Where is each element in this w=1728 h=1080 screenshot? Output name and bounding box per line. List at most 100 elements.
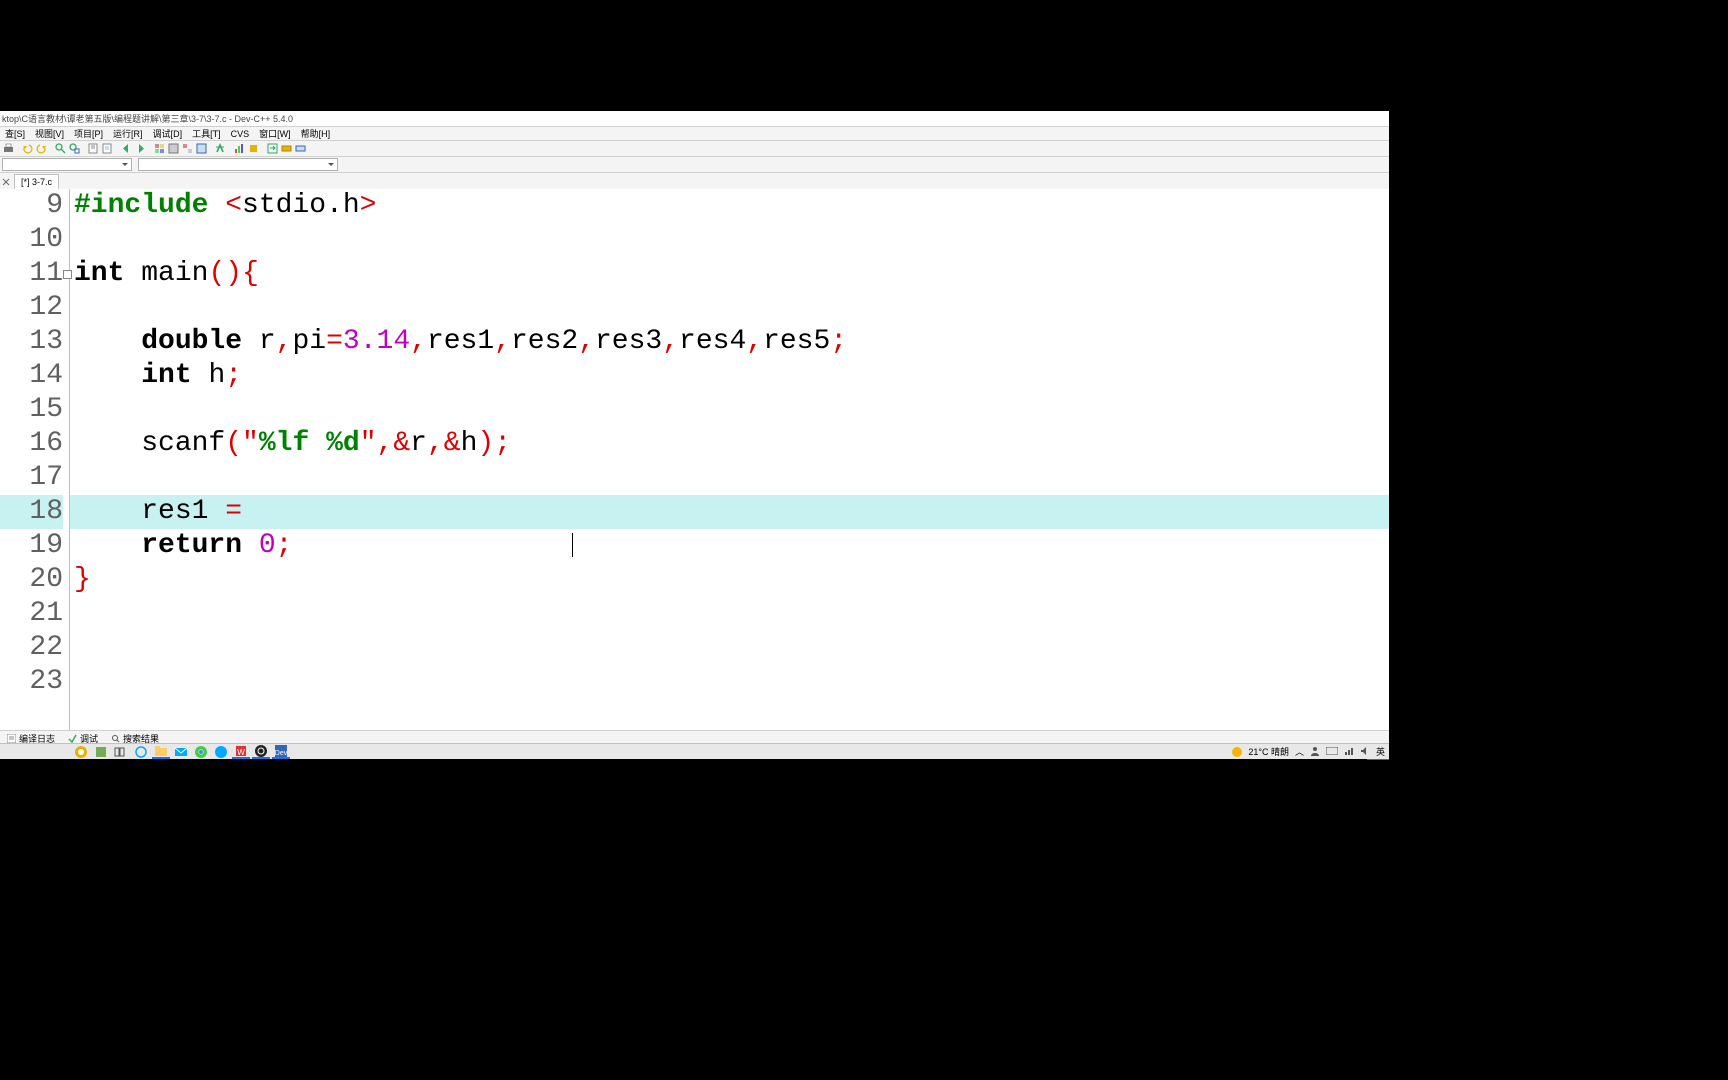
log-icon: [6, 733, 16, 743]
check-icon: [67, 733, 77, 743]
code-line[interactable]: [70, 291, 1389, 325]
line-number: 16: [0, 427, 63, 461]
line-number: 19: [0, 529, 63, 563]
wps-icon[interactable]: W: [232, 745, 250, 759]
menu-debug[interactable]: 调试[D]: [148, 127, 188, 140]
code-line[interactable]: [70, 665, 1389, 699]
line-number: 14: [0, 359, 63, 393]
line-number: 17: [0, 461, 63, 495]
network-icon[interactable]: [1344, 746, 1354, 758]
goto-icon[interactable]: [266, 142, 279, 155]
redo-icon[interactable]: [35, 142, 48, 155]
line-number: 22: [0, 631, 63, 665]
code-editor[interactable]: 91011121314151617181920212223 #include <…: [0, 189, 1389, 730]
fold-toggle-icon[interactable]: [63, 257, 72, 291]
close-tab-button[interactable]: [0, 176, 12, 188]
config-select[interactable]: [138, 158, 338, 171]
code-line[interactable]: int h;: [70, 359, 1389, 393]
mail-icon[interactable]: [172, 745, 190, 759]
line-number-gutter: 91011121314151617181920212223: [0, 189, 70, 730]
edge-icon[interactable]: [212, 745, 230, 759]
stop-exec-icon[interactable]: [247, 142, 260, 155]
line-number: 9: [0, 189, 63, 223]
nav-forward-icon[interactable]: [134, 142, 147, 155]
compiler-select[interactable]: [2, 158, 132, 171]
code-line[interactable]: }: [70, 563, 1389, 597]
tray-chevron-up-icon[interactable]: ︿: [1295, 745, 1304, 758]
code-area[interactable]: #include <stdio.h> int main(){ double r,p…: [70, 189, 1389, 730]
toolbar: [0, 141, 1389, 157]
file-explorer-icon[interactable]: [152, 745, 170, 759]
menu-project[interactable]: 项目[P]: [69, 127, 108, 140]
devcpp-icon[interactable]: Dev: [272, 745, 290, 759]
menu-bar[interactable]: 查[S] 视图[V] 项目[P] 运行[R] 调试[D] 工具[T] CVS 窗…: [0, 127, 1389, 141]
comment-icon[interactable]: [280, 142, 293, 155]
code-line[interactable]: #include <stdio.h>: [70, 189, 1389, 223]
line-number: 20: [0, 563, 63, 597]
volume-icon[interactable]: [1360, 746, 1370, 758]
cortana-icon[interactable]: [132, 745, 150, 759]
code-line[interactable]: scanf("%lf %d",&r,&h);: [70, 427, 1389, 461]
debug-toggle-icon[interactable]: [214, 142, 227, 155]
menu-help[interactable]: 帮助[H]: [296, 127, 336, 140]
compile-icon[interactable]: [153, 142, 166, 155]
line-number: 12: [0, 291, 63, 325]
code-line[interactable]: [70, 597, 1389, 631]
compiler-combo-row: [0, 157, 1389, 173]
nav-back-icon[interactable]: [120, 142, 133, 155]
line-number: 18: [0, 495, 63, 529]
code-line[interactable]: [70, 631, 1389, 665]
menu-cvs[interactable]: CVS: [226, 127, 255, 140]
line-number: 21: [0, 597, 63, 631]
text-caret: [572, 533, 573, 557]
ime-tray-text[interactable]: 英: [1376, 745, 1385, 758]
task-view-icon[interactable]: [112, 745, 130, 759]
taskbar[interactable]: W Dev 21°C 晴朗 ︿ 英: [0, 743, 1389, 759]
code-line[interactable]: [70, 393, 1389, 427]
rebuild-icon[interactable]: [195, 142, 208, 155]
line-number: 23: [0, 665, 63, 699]
profile-icon[interactable]: [233, 142, 246, 155]
start-button[interactable]: [72, 745, 90, 759]
new-project-icon[interactable]: [101, 142, 114, 155]
search-icon: [110, 733, 120, 743]
obs-icon[interactable]: [252, 745, 270, 759]
replace-icon[interactable]: [68, 142, 81, 155]
svg-text:Dev: Dev: [275, 750, 288, 757]
people-icon[interactable]: [1310, 746, 1320, 758]
print-icon[interactable]: [2, 142, 15, 155]
line-number: 15: [0, 393, 63, 427]
code-line[interactable]: res1 =: [70, 495, 1389, 529]
code-line[interactable]: double r,pi=3.14,res1,res2,res3,res4,res…: [70, 325, 1389, 359]
taskbar-apps: W Dev: [0, 745, 290, 759]
menu-window[interactable]: 窗口[W]: [254, 127, 296, 140]
tab-file[interactable]: [*] 3-7.c: [14, 174, 59, 189]
editor-tabstrip: [*] 3-7.c: [0, 173, 1389, 189]
code-line[interactable]: return 0;: [70, 529, 1389, 563]
new-source-icon[interactable]: [87, 142, 100, 155]
ide-window: ktop\C语言教材\谭老第五版\编程题讲解\第三章\3-7\3-7.c - D…: [0, 111, 1389, 759]
menu-tools[interactable]: 工具[T]: [187, 127, 226, 140]
find-icon[interactable]: [54, 142, 67, 155]
keyboard-icon[interactable]: [1326, 747, 1338, 757]
undo-icon[interactable]: [21, 142, 34, 155]
menu-view[interactable]: 视图[V]: [30, 127, 69, 140]
line-number: 11: [0, 257, 63, 291]
weather-icon[interactable]: [1232, 747, 1242, 757]
code-line[interactable]: int main(){: [70, 257, 1389, 291]
run-icon[interactable]: [167, 142, 180, 155]
compile-run-icon[interactable]: [181, 142, 194, 155]
menu-search[interactable]: 查[S]: [0, 127, 30, 140]
taskbar-app-1[interactable]: [92, 745, 110, 759]
code-line[interactable]: [70, 461, 1389, 495]
menu-run[interactable]: 运行[R]: [108, 127, 148, 140]
title-bar: ktop\C语言教材\谭老第五版\编程题讲解\第三章\3-7\3-7.c - D…: [0, 111, 1389, 127]
svg-text:W: W: [237, 748, 245, 757]
weather-text[interactable]: 21°C 晴朗: [1248, 745, 1289, 758]
window-title: ktop\C语言教材\谭老第五版\编程题讲解\第三章\3-7\3-7.c - D…: [2, 114, 293, 124]
system-tray[interactable]: 21°C 晴朗 ︿ 英: [1232, 745, 1389, 758]
code-line[interactable]: [70, 223, 1389, 257]
chrome-icon[interactable]: [192, 745, 210, 759]
line-number: 13: [0, 325, 63, 359]
uncomment-icon[interactable]: [294, 142, 307, 155]
